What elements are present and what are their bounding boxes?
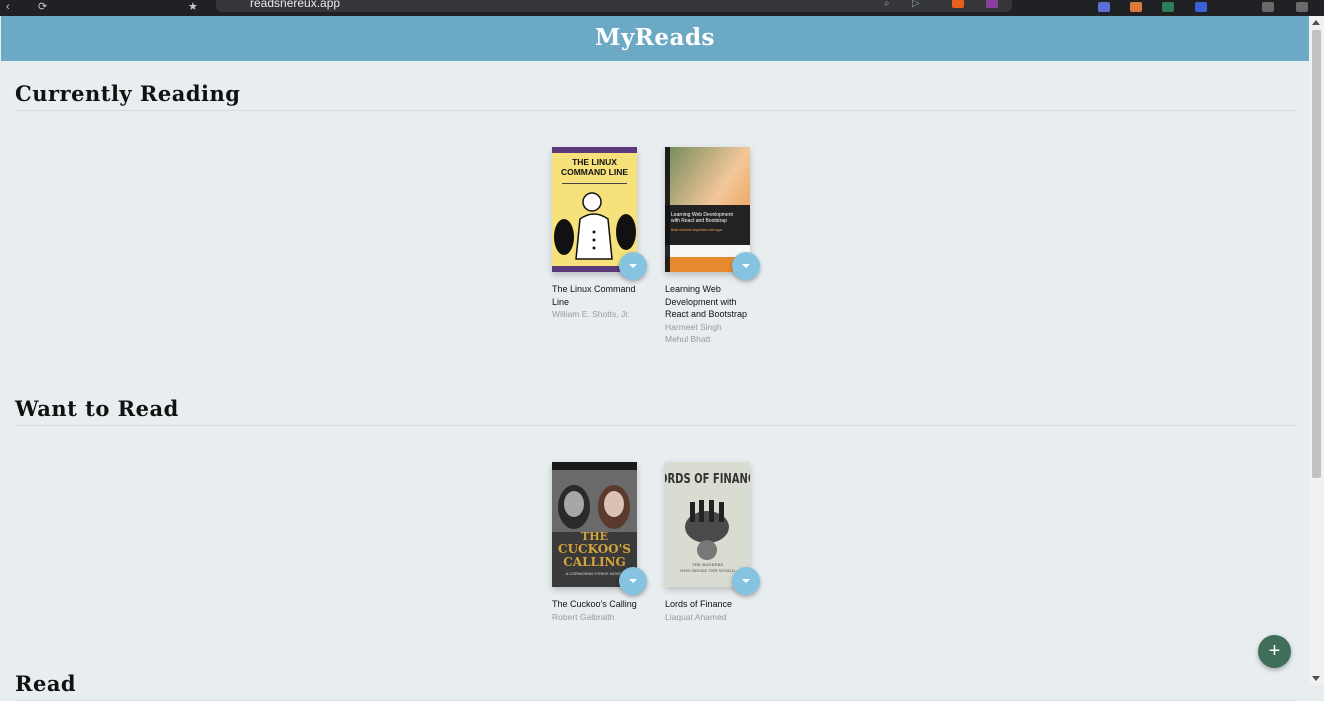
svg-text:COMMAND LINE: COMMAND LINE: [561, 167, 628, 177]
book-cover-art: THE LINUX COMMAND LINE: [552, 147, 637, 272]
shelf-currently-reading: Currently Reading: [15, 81, 1297, 111]
add-book-button[interactable]: +: [1258, 635, 1291, 668]
shelf-changer-button[interactable]: [732, 567, 760, 595]
profile-icon[interactable]: [1195, 2, 1207, 12]
plus-icon: +: [1268, 640, 1281, 662]
app-header: MyReads: [1, 16, 1309, 61]
book-author: Robert Galbraith: [552, 611, 615, 622]
extension-icon[interactable]: [1162, 2, 1174, 12]
shelf-title: Currently Reading: [15, 81, 1297, 111]
shelf-changer-button[interactable]: [619, 567, 647, 595]
book-author: Mehul Bhatt: [665, 334, 711, 344]
svg-text:THE BANKERS: THE BANKERS: [692, 562, 724, 567]
brave-shield-icon[interactable]: [952, 0, 964, 8]
book-author: Liaquat Ahamed: [665, 611, 727, 622]
svg-text:with React and Bootstrap: with React and Bootstrap: [671, 218, 727, 224]
bookmark-icon[interactable]: ★: [188, 1, 198, 13]
book-cover-art: THE CUCKOO'S CALLING A CORMORAN STRIKE N…: [552, 462, 637, 587]
book-author: Harmeet Singh: [665, 321, 722, 332]
chevron-down-icon: [742, 264, 750, 268]
menu-icon[interactable]: [1296, 2, 1308, 12]
chevron-down-icon: [629, 579, 637, 583]
svg-text:LORDS OF FINANCE: LORDS OF FINANCE: [665, 470, 750, 486]
book-cover-art: Learning Web Development with React and …: [665, 147, 750, 272]
svg-text:THE LINUX: THE LINUX: [572, 157, 617, 167]
book-cover[interactable]: THE LINUX COMMAND LINE: [552, 147, 647, 280]
back-icon[interactable]: ‹: [6, 1, 10, 13]
address-bar[interactable]: readsnereux.app ⌕ ▷: [216, 0, 1012, 12]
app-root: MyReads Currently Reading THE LINUX COMM…: [1, 16, 1309, 701]
book-cover[interactable]: THE CUCKOO'S CALLING A CORMORAN STRIKE N…: [552, 462, 647, 595]
book-title: The Cuckoo's Calling: [552, 599, 637, 609]
shelf-title: Read: [15, 671, 1297, 701]
book-item: LORDS OF FINANCE THE BANKERS WHO BROKE T…: [653, 462, 762, 623]
scroll-down-icon[interactable]: [1312, 676, 1320, 681]
shelf-title: Want to Read: [15, 396, 1297, 426]
book-author: William E. Shotts, Jr.: [552, 309, 630, 319]
shelf-want-to-read: Want to Read: [15, 396, 1297, 426]
book-cover[interactable]: LORDS OF FINANCE THE BANKERS WHO BROKE T…: [653, 462, 762, 595]
scroll-up-icon[interactable]: [1312, 20, 1320, 25]
svg-text:WHO BROKE THE WORLD: WHO BROKE THE WORLD: [680, 568, 735, 573]
chevron-down-icon: [629, 264, 637, 268]
reload-icon[interactable]: ⟳: [38, 1, 47, 13]
svg-text:CALLING: CALLING: [563, 555, 626, 569]
browser-toolbar: ‹ ⟳ ★ readsnereux.app ⌕ ▷: [0, 0, 1324, 16]
svg-text:Build real-time responsive web: Build real-time responsive web apps: [671, 228, 723, 232]
search-icon[interactable]: ⌕: [884, 0, 890, 9]
shelf-read: Read: [15, 671, 1297, 701]
extension-icon[interactable]: [1130, 2, 1142, 12]
book-cover-art: LORDS OF FINANCE THE BANKERS WHO BROKE T…: [653, 462, 762, 587]
book-item: THE LINUX COMMAND LINE The Linux Command…: [552, 147, 647, 321]
book-title: Lords of Finance: [665, 599, 733, 609]
shelf-changer-button[interactable]: [619, 252, 647, 280]
book-item: Learning Web Development with React and …: [665, 147, 760, 346]
svg-text:A CORMORAN STRIKE NOVEL: A CORMORAN STRIKE NOVEL: [566, 571, 624, 576]
book-title: The Linux Command Line: [552, 284, 636, 307]
url-text: readsnereux.app: [250, 0, 341, 10]
book-title: Learning Web Development with React and …: [665, 284, 748, 319]
svg-text:CUCKOO'S: CUCKOO'S: [558, 542, 631, 556]
scrollbar-thumb[interactable]: [1312, 30, 1321, 478]
page-scrollbar[interactable]: [1309, 16, 1324, 685]
share-icon[interactable]: ▷: [912, 0, 920, 9]
extension-icon[interactable]: [986, 0, 998, 8]
chevron-down-icon: [742, 579, 750, 583]
book-cover[interactable]: Learning Web Development with React and …: [665, 147, 760, 280]
wallet-icon[interactable]: [1262, 2, 1274, 12]
extension-icon[interactable]: [1098, 2, 1110, 12]
book-item: THE CUCKOO'S CALLING A CORMORAN STRIKE N…: [552, 462, 647, 623]
app-title: MyReads: [594, 24, 715, 51]
shelf-changer-button[interactable]: [732, 252, 760, 280]
